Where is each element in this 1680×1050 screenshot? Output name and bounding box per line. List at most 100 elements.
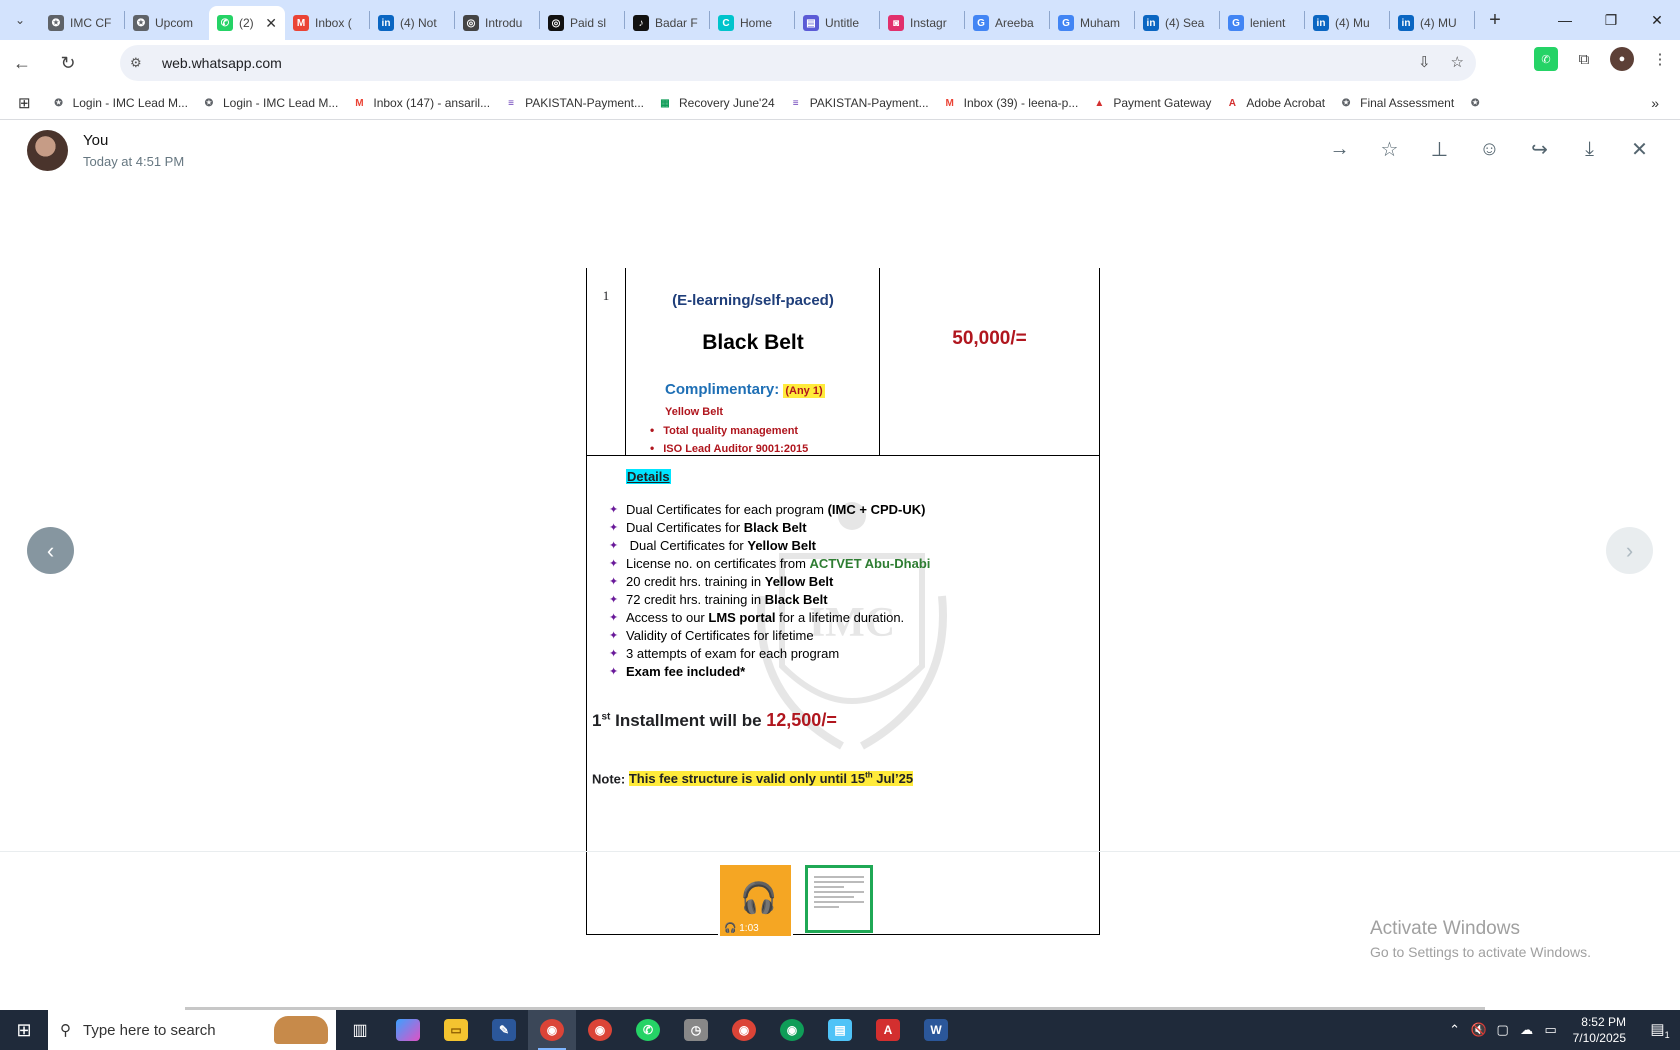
go-to-message-icon[interactable]: → [1327,137,1352,162]
previous-media-button[interactable]: ‹ [27,527,74,574]
star-icon[interactable]: ☆ [1377,137,1402,162]
system-clock[interactable]: 8:52 PM 7/10/2025 [1573,1014,1626,1046]
browser-toolbar: ← ↻ ⚙ web.whatsapp.com ⇩ ☆ ✆ ⧉ ● ⋮ [0,40,1680,87]
bookmark-item[interactable]: M Inbox (39) - leena-p... [936,96,1086,110]
app-icon[interactable]: ✎ [480,1010,528,1050]
bookmark-label: Payment Gateway [1113,96,1212,110]
tab-8[interactable]: C Home [710,6,794,40]
next-media-button[interactable]: › [1606,527,1653,574]
gmail-icon: M [293,15,309,31]
chrome-profile-icon[interactable]: ◉ [576,1010,624,1050]
profile-avatar[interactable]: ● [1610,47,1634,71]
tab-7[interactable]: ♪ Badar F [625,6,709,40]
restore-icon[interactable]: ❐ [1588,0,1634,40]
chrome-profile2-icon[interactable]: ◉ [720,1010,768,1050]
linkedin-icon: in [378,15,394,31]
network-icon[interactable]: ▭ [1539,1022,1563,1038]
whatsapp-icon[interactable]: ✆ [624,1010,672,1050]
bookmark-item[interactable]: ▲ Payment Gateway [1085,96,1218,110]
bookmark-item[interactable]: A Adobe Acrobat [1218,96,1332,110]
notifications-icon[interactable]: ▤1 [1640,1020,1680,1040]
bookmark-item[interactable]: ✪ Login - IMC Lead M... [195,96,345,110]
volume-muted-icon[interactable]: 🔇 [1467,1022,1491,1038]
complimentary-text: Complimentary: [665,381,780,398]
bookmark-item[interactable]: ✪ [1461,96,1496,110]
minimize-icon[interactable]: — [1542,0,1588,40]
note-highlight: This fee structure is valid only until 1… [628,771,914,787]
windows-start-icon[interactable]: ⊞ [0,1010,48,1050]
clock-app-icon[interactable]: ◷ [672,1010,720,1050]
file-explorer-icon[interactable]: ▭ [432,1010,480,1050]
details-item: ✦ 20 credit hrs. training in Yellow Belt [609,573,930,591]
tab-14[interactable]: Glenient [1220,6,1304,40]
tab-15[interactable]: in (4) Mu [1305,6,1389,40]
tab-3[interactable]: M Inbox ( [285,6,369,40]
chrome-profile3-icon[interactable]: ◉ [768,1010,816,1050]
window-controls: — ❐ ✕ [1542,0,1680,40]
task-view-icon[interactable]: ▥ [336,1010,384,1050]
tab-4[interactable]: in (4) Not [370,6,454,40]
arrow-bullet-icon: ✦ [609,630,619,642]
bookmark-item[interactable]: M Inbox (147) - ansaril... [345,96,497,110]
tab-12[interactable]: G Muham [1050,6,1134,40]
details-item: ✦ 72 credit hrs. training in Black Belt [609,591,930,609]
validity-note: Note: This fee structure is valid only u… [592,771,914,787]
bookmark-item[interactable]: ≡ PAKISTAN-Payment... [497,96,651,110]
document-thumbnail[interactable] [805,865,873,933]
new-tab-button[interactable]: + [1479,9,1511,32]
pin-icon[interactable]: ⊥ [1427,137,1452,162]
notes-app-icon[interactable]: ▤ [816,1010,864,1050]
taskbar-search[interactable]: ⚲ Type here to search [48,1010,336,1050]
site-info-icon[interactable]: ⚙ [130,55,150,71]
bookmark-item[interactable]: ✪ Login - IMC Lead M... [45,96,195,110]
tab-1[interactable]: ✪ Upcom [125,6,209,40]
reload-icon[interactable]: ↻ [52,48,84,80]
sender-name: You [83,132,109,149]
note-sup: th [865,771,873,780]
bookmark-item[interactable]: ≡ PAKISTAN-Payment... [782,96,936,110]
menu-kebab-icon[interactable]: ⋮ [1648,47,1672,71]
install-app-icon[interactable]: ⇩ [1418,53,1431,71]
back-icon[interactable]: ← [6,48,38,80]
close-tab-icon[interactable]: ✕ [265,15,277,32]
details-plain: 3 attempts of exam for each program [626,646,840,661]
bookmark-item[interactable]: ▦ Recovery June'24 [651,96,782,110]
tab-16[interactable]: in (4) MU [1390,6,1474,40]
tab-6[interactable]: ◎ Paid sl [540,6,624,40]
tray-overflow-icon[interactable]: ⌃ [1443,1022,1467,1038]
display-icon[interactable]: ▢ [1491,1022,1515,1038]
copilot-icon[interactable] [384,1010,432,1050]
details-text: Dual Certificates for each program (IMC … [626,501,925,519]
bookmark-item[interactable]: ✪ Final Assessment [1332,96,1461,110]
audio-thumbnail[interactable]: 🎧 🎧 1:03 [718,863,793,938]
chrome-icon[interactable]: ◉ [528,1010,576,1050]
app-icon: ▤ [803,15,819,31]
tab-0[interactable]: ✪ IMC CF [40,6,124,40]
more-bookmarks-icon[interactable]: » [1644,95,1666,111]
tab-9[interactable]: ▤ Untitle [795,6,879,40]
word-icon[interactable]: W [912,1010,960,1050]
form-icon: ≡ [792,97,799,109]
emoji-icon[interactable]: ☺ [1477,137,1502,162]
tab-5[interactable]: ◎ Introdu [455,6,539,40]
weather-icon[interactable]: ☁ [1515,1022,1539,1038]
tab-2[interactable]: ✆ (2) ✕ [209,6,285,40]
tab-13[interactable]: in (4) Sea [1135,6,1219,40]
download-icon[interactable]: ⤓ [1577,137,1602,162]
tab-11[interactable]: G Areeba [965,6,1049,40]
bookmark-star-icon[interactable]: ☆ [1451,53,1464,71]
extension-whatsapp-icon[interactable]: ✆ [1534,47,1558,71]
address-bar[interactable]: ⚙ web.whatsapp.com ⇩ ☆ [120,45,1476,81]
extensions-puzzle-icon[interactable]: ⧉ [1572,47,1596,71]
details-plain: License no. on certificates from [626,556,810,571]
close-icon[interactable]: ✕ [1627,137,1652,162]
forward-icon[interactable]: ↪ [1527,137,1552,162]
acrobat-icon[interactable]: A [864,1010,912,1050]
headphones-icon: 🎧 [740,882,778,915]
canva-icon: C [718,15,734,31]
close-window-icon[interactable]: ✕ [1634,0,1680,40]
tab-10[interactable]: ◙ Instagr [880,6,964,40]
windows-taskbar: ⊞ ⚲ Type here to search ▥ ▭ ✎ ◉ ◉ ✆ ◷ ◉ … [0,1010,1680,1050]
tab-search-chevron-icon[interactable]: ⌄ [0,0,40,40]
apps-grid-icon[interactable]: ⊞ [0,94,45,112]
